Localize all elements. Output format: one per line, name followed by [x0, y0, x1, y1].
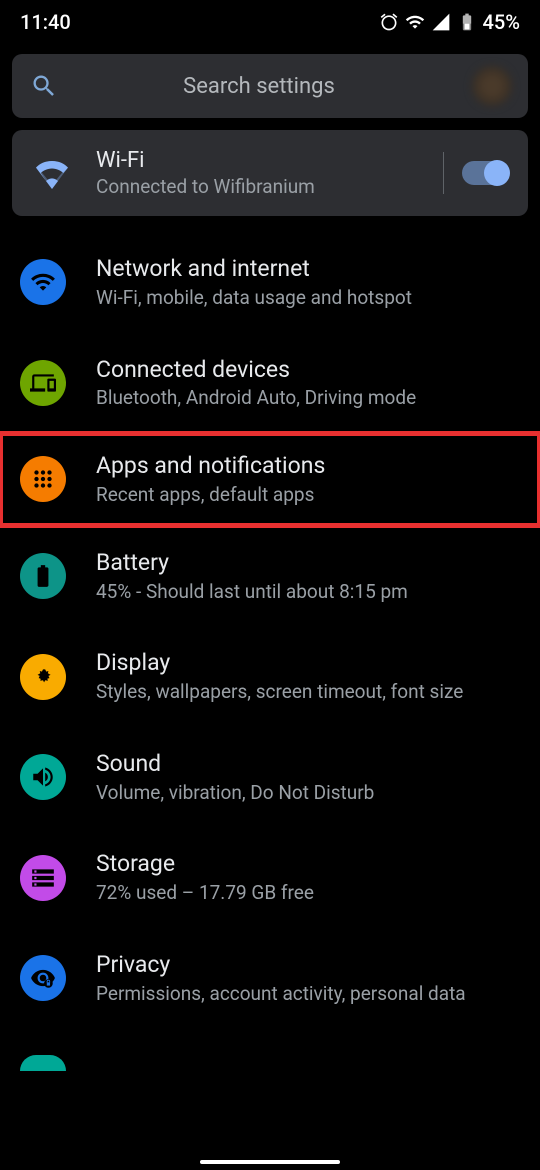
location-icon-partial	[20, 1055, 66, 1071]
sound-icon	[20, 754, 66, 800]
setting-item-wifi[interactable]: Network and internet Wi-Fi, mobile, data…	[0, 232, 540, 333]
alarm-icon	[379, 12, 399, 32]
setting-subtitle: Permissions, account activity, personal …	[96, 982, 520, 1007]
wifi-card-icon	[32, 157, 72, 189]
wifi-subtitle: Connected to Wifibranium	[96, 175, 425, 198]
setting-subtitle: Wi-Fi, mobile, data usage and hotspot	[96, 286, 520, 311]
setting-title: Display	[96, 648, 520, 678]
battery-icon	[20, 553, 66, 599]
search-bar[interactable]: Search settings	[12, 54, 528, 118]
partial-setting-item[interactable]	[0, 1033, 540, 1071]
setting-title: Connected devices	[96, 355, 520, 385]
nav-handle[interactable]	[200, 1160, 340, 1164]
wifi-icon	[20, 259, 66, 305]
setting-title: Apps and notifications	[96, 451, 520, 481]
apps-icon	[20, 456, 66, 502]
setting-title: Network and internet	[96, 254, 520, 284]
setting-subtitle: Bluetooth, Android Auto, Driving mode	[96, 386, 520, 411]
setting-title: Sound	[96, 749, 520, 779]
wifi-divider	[443, 152, 444, 194]
setting-title: Storage	[96, 849, 520, 879]
setting-item-devices[interactable]: Connected devices Bluetooth, Android Aut…	[0, 333, 540, 434]
setting-subtitle: 72% used – 17.79 GB free	[96, 881, 520, 906]
setting-item-storage[interactable]: Storage 72% used – 17.79 GB free	[0, 827, 540, 928]
status-time: 11:40	[20, 10, 71, 34]
setting-item-privacy[interactable]: Privacy Permissions, account activity, p…	[0, 928, 540, 1029]
settings-list: Network and internet Wi-Fi, mobile, data…	[0, 228, 540, 1033]
status-indicators: 45%	[379, 10, 520, 34]
setting-subtitle: Recent apps, default apps	[96, 483, 520, 508]
wifi-status-icon	[405, 12, 425, 32]
setting-item-apps[interactable]: Apps and notifications Recent apps, defa…	[0, 433, 540, 526]
profile-avatar[interactable]	[472, 66, 512, 106]
setting-item-battery[interactable]: Battery 45% - Should last until about 8:…	[0, 526, 540, 627]
search-placeholder: Search settings	[8, 74, 510, 99]
battery-percent: 45%	[483, 10, 520, 34]
setting-subtitle: Volume, vibration, Do Not Disturb	[96, 781, 520, 806]
setting-title: Battery	[96, 548, 520, 578]
battery-status-icon	[457, 12, 477, 32]
toggle-knob	[484, 160, 510, 186]
devices-icon	[20, 360, 66, 406]
setting-item-sound[interactable]: Sound Volume, vibration, Do Not Disturb	[0, 727, 540, 828]
signal-status-icon	[431, 12, 451, 32]
setting-subtitle: Styles, wallpapers, screen timeout, font…	[96, 680, 520, 705]
status-bar: 11:40 45%	[0, 0, 540, 42]
wifi-card[interactable]: Wi-Fi Connected to Wifibranium	[12, 130, 528, 216]
wifi-title: Wi-Fi	[96, 148, 425, 173]
storage-icon	[20, 855, 66, 901]
privacy-icon	[20, 955, 66, 1001]
wifi-toggle[interactable]	[462, 161, 508, 185]
setting-item-display[interactable]: Display Styles, wallpapers, screen timeo…	[0, 626, 540, 727]
setting-subtitle: 45% - Should last until about 8:15 pm	[96, 580, 520, 605]
setting-title: Privacy	[96, 950, 520, 980]
display-icon	[20, 654, 66, 700]
